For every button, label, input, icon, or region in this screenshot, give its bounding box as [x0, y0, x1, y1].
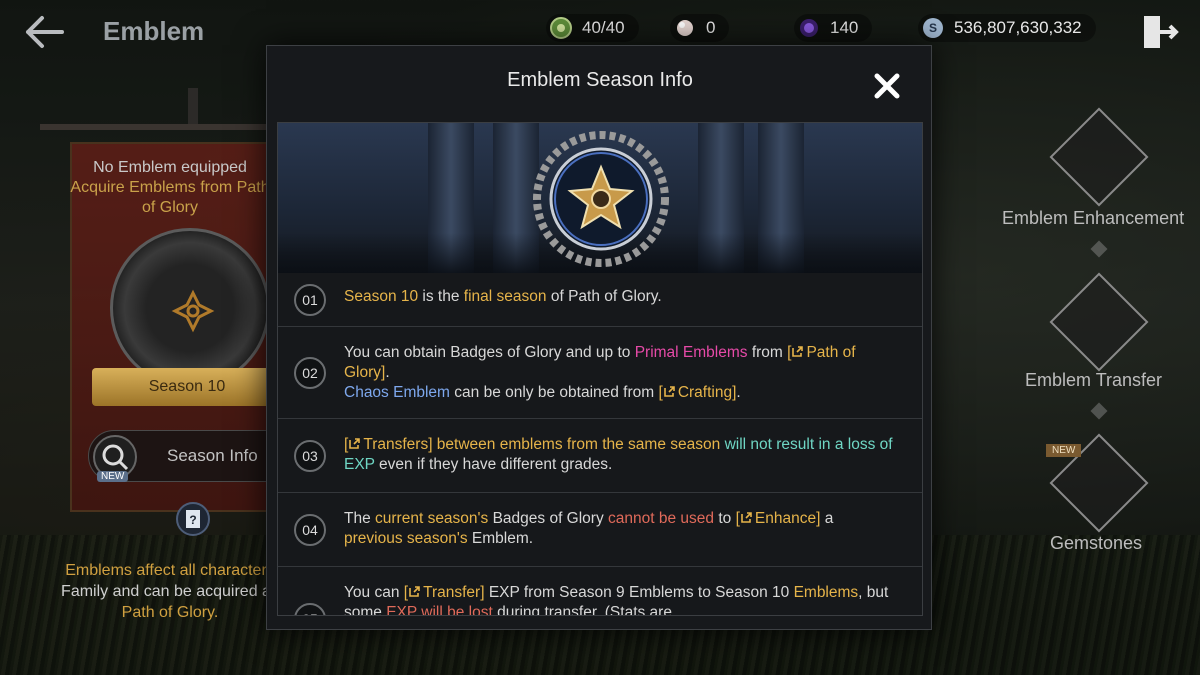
- text-segment: EXP will be lost: [386, 604, 493, 616]
- season-ribbon: Season 10: [92, 368, 282, 406]
- svg-text:?: ?: [189, 513, 196, 527]
- help-book-icon[interactable]: ?: [176, 502, 210, 536]
- row-text: Season 10 is the final season of Path of…: [344, 287, 894, 307]
- text-segment: from: [747, 344, 788, 361]
- acquire-text: Acquire Emblems from Path of Glory: [70, 179, 270, 216]
- info-row: 02 You can obtain Badges of Glory and up…: [278, 327, 922, 419]
- inline-link[interactable]: Enhance]: [755, 510, 821, 527]
- external-link-icon: [741, 512, 752, 523]
- purple-orb-icon: [800, 19, 818, 37]
- orb-resource[interactable]: 140: [794, 14, 873, 42]
- energy-icon: [550, 17, 572, 39]
- close-icon[interactable]: [871, 70, 903, 102]
- row-text: You can [Transfer] EXP from Season 9 Emb…: [344, 583, 894, 616]
- text-segment: .: [385, 364, 390, 381]
- text-segment: Season 10: [344, 288, 419, 305]
- season-info-label: Season Info: [167, 446, 258, 465]
- silver-coin-icon: S: [923, 18, 943, 38]
- energy-value: 40/40: [582, 18, 625, 37]
- inline-link[interactable]: Crafting]: [678, 384, 737, 401]
- row-number: 04: [294, 514, 326, 546]
- text-segment: current season's: [375, 510, 489, 527]
- svg-text:S: S: [929, 21, 937, 35]
- text-segment: to: [714, 510, 736, 527]
- emblem-slot[interactable]: [110, 228, 270, 388]
- text-segment: The: [344, 510, 376, 527]
- text-segment: previous season's: [344, 530, 468, 547]
- text-segment: of Path of Glory.: [546, 288, 662, 305]
- external-link-icon: [349, 438, 361, 449]
- row-number: 01: [294, 284, 326, 316]
- enhancement-icon: [1049, 107, 1149, 207]
- row-number: 02: [294, 357, 326, 389]
- text-segment: You can: [344, 584, 404, 601]
- info-row: 04 The current season's Badges of Glory …: [278, 493, 922, 567]
- knot-emblem-icon: [171, 289, 215, 333]
- no-emblem-text: No Emblem equipped: [93, 159, 247, 176]
- text-segment: EXP from Season 9 Emblems to Season 10: [484, 584, 794, 601]
- season-medal-icon: [533, 131, 669, 267]
- banner-pole: [40, 124, 270, 130]
- external-link-icon: [409, 586, 420, 597]
- text-segment: cannot be used: [608, 510, 715, 527]
- season-info-modal: Emblem Season Info 01 Season 10 is the f…: [266, 45, 932, 630]
- new-badge: NEW: [1046, 444, 1082, 457]
- emblem-panel: No Emblem equipped Acquire Emblems from …: [30, 88, 298, 628]
- orb-value: 140: [830, 18, 859, 37]
- back-arrow-icon[interactable]: [22, 14, 66, 50]
- text-segment: can be only be obtained from: [449, 384, 659, 401]
- text-segment: Emblems: [793, 584, 859, 601]
- row-text: You can obtain Badges of Glory and up to…: [344, 343, 894, 403]
- external-link-icon: [664, 386, 675, 397]
- modal-title: Emblem Season Info: [507, 69, 693, 91]
- row-text: [Transfers] between emblems from the sam…: [344, 435, 894, 475]
- energy-resource[interactable]: 40/40: [546, 14, 639, 42]
- emblem-enhancement-label: Emblem Enhancement: [1002, 208, 1185, 228]
- exit-door-icon[interactable]: [1140, 12, 1180, 52]
- emblem-enhancement-button[interactable]: Emblem Enhancement: [1000, 107, 1200, 230]
- modal-body[interactable]: 01 Season 10 is the final season of Path…: [277, 122, 923, 616]
- gemstones-button[interactable]: NEW Gemstones: [1000, 433, 1200, 560]
- text-segment: Emblem.: [467, 530, 534, 547]
- season-banner-image: [278, 123, 922, 273]
- inline-link[interactable]: Transfer]: [423, 584, 484, 601]
- inline-link[interactable]: Transfers] between emblems from the same…: [363, 436, 720, 453]
- info-row: 03 [Transfers] between emblems from the …: [278, 419, 922, 493]
- external-link-icon: [792, 346, 804, 357]
- row-number: 03: [294, 440, 326, 472]
- text-segment: final season: [463, 288, 547, 305]
- page-title: Emblem: [103, 16, 205, 46]
- row-number: 05: [294, 603, 326, 615]
- pearl-icon: [677, 20, 693, 36]
- text-segment: Badges of Glory: [488, 510, 609, 527]
- row-text: The current season's Badges of Glory can…: [344, 509, 894, 549]
- banner-spike: [188, 88, 198, 128]
- emblem-transfer-label: Emblem Transfer: [1025, 370, 1163, 390]
- pearl-resource[interactable]: 0: [670, 14, 730, 42]
- text-segment: Chaos Emblem: [344, 384, 450, 401]
- text-segment: .: [736, 384, 741, 401]
- text-segment: is the: [418, 288, 464, 305]
- pearl-value: 0: [706, 18, 716, 37]
- text-segment: even if they have different grades.: [374, 456, 613, 473]
- silver-resource[interactable]: S 536,807,630,332: [918, 14, 1096, 42]
- text-segment: during transfer. (Stats are: [492, 604, 672, 616]
- text-segment: a: [820, 510, 834, 527]
- info-row: 05 You can [Transfer] EXP from Season 9 …: [278, 567, 922, 616]
- emblem-transfer-button[interactable]: Emblem Transfer: [1000, 272, 1200, 395]
- info-list: 01 Season 10 is the final season of Path…: [278, 273, 922, 616]
- transfer-icon: [1049, 272, 1149, 372]
- gemstones-label: Gemstones: [1050, 533, 1143, 553]
- info-row: 01 Season 10 is the final season of Path…: [278, 273, 922, 327]
- silver-value: 536,807,630,332: [954, 18, 1082, 37]
- text-segment: Primal Emblems: [634, 344, 748, 361]
- new-badge: NEW: [97, 471, 129, 482]
- text-segment: You can obtain Badges of Glory and up to: [344, 344, 635, 361]
